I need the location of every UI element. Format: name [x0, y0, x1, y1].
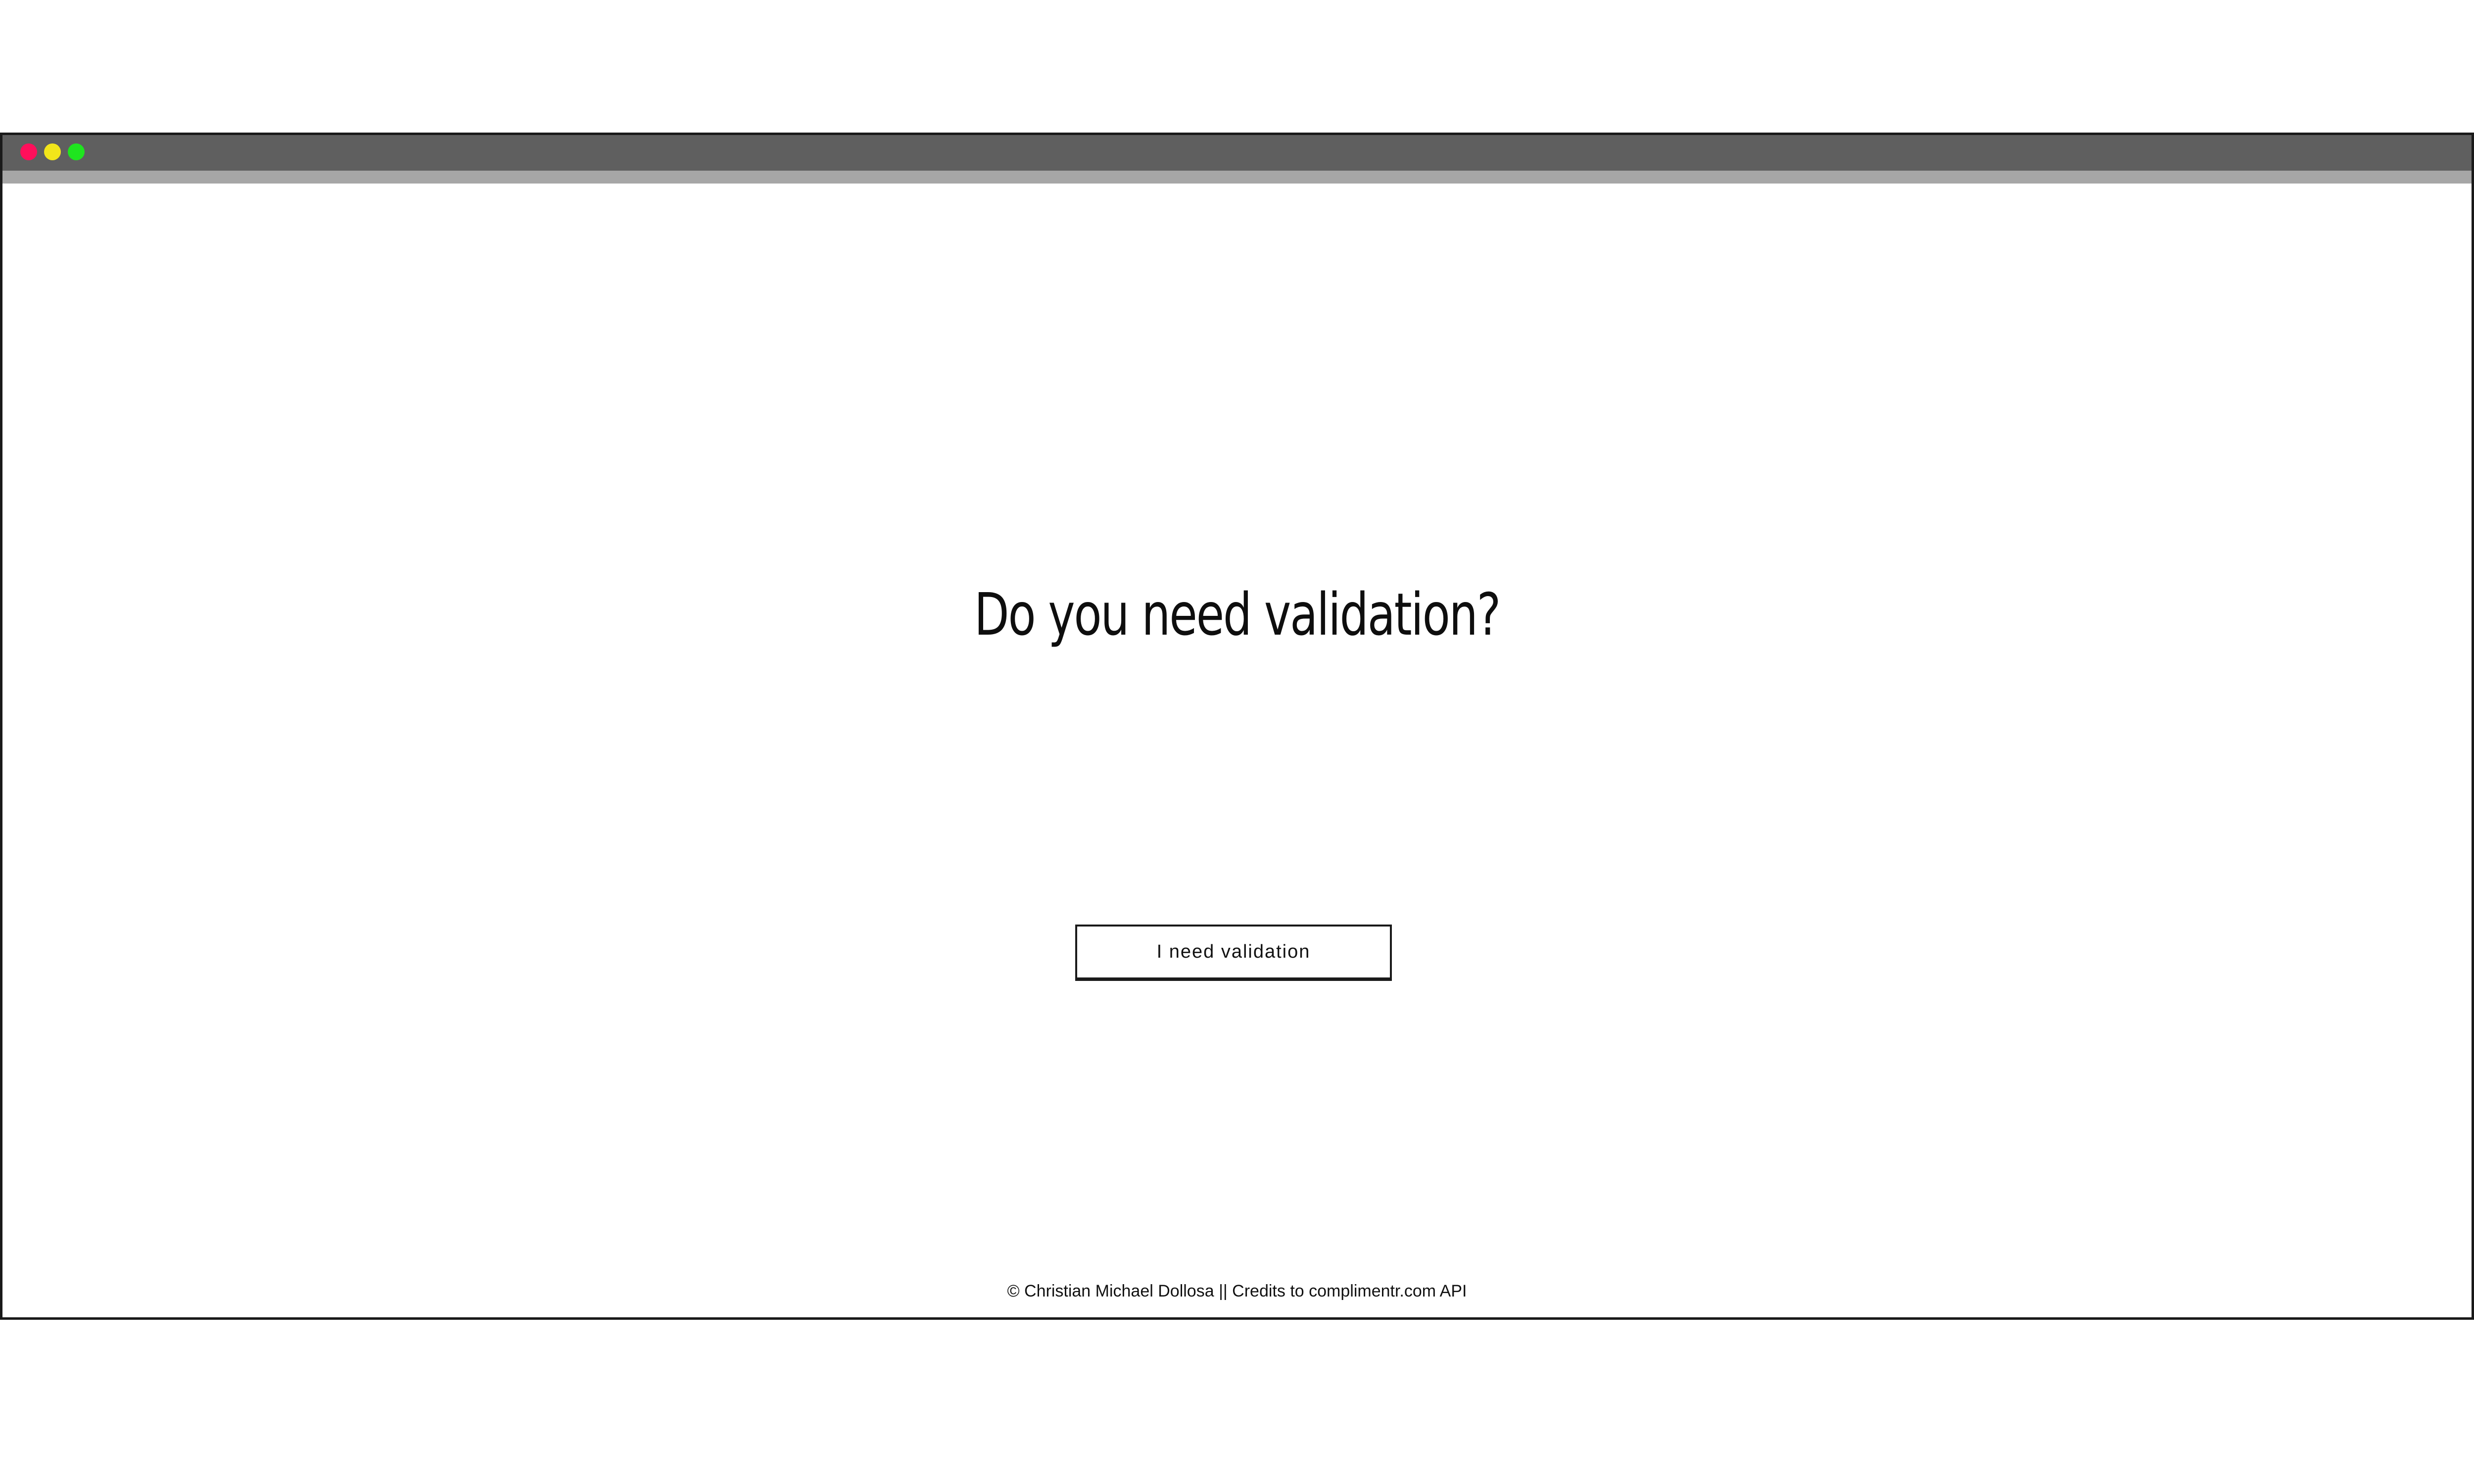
close-window-icon[interactable] [20, 143, 37, 160]
page-headline: Do you need validation? [974, 580, 1501, 649]
window-title-bar [2, 135, 2472, 171]
need-validation-button[interactable]: I need validation [1075, 925, 1392, 981]
window-tab-strip [2, 171, 2472, 184]
footer-credit: © Christian Michael Dollosa || Credits t… [1007, 1282, 1467, 1300]
browser-window: Do you need validation? I need validatio… [0, 133, 2474, 1320]
minimize-window-icon[interactable] [44, 143, 61, 160]
zoom-window-icon[interactable] [68, 143, 85, 160]
